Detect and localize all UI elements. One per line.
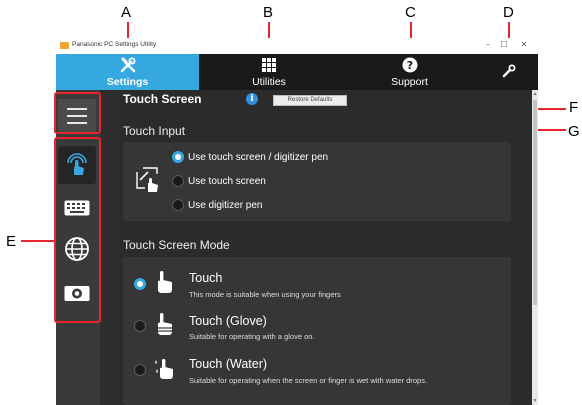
touch-mode-section-title: Touch Screen Mode [123,238,230,252]
radio-touch-and-pen[interactable] [172,151,184,163]
info-icon[interactable]: i [246,93,258,105]
grid-icon [260,56,278,74]
radio-pen-only[interactable] [172,199,184,211]
glove-icon [158,313,172,335]
callout-label-a: A [121,4,132,21]
window-title: Panasonic PC Settings Utility [72,41,157,48]
page-title: Touch Screen [123,92,202,106]
radio-mode-water[interactable] [134,364,146,376]
tab-support-label: Support [391,76,428,88]
maximize-button[interactable]: ☐ [498,40,510,49]
app-logo-icon [60,42,69,49]
touch-input-card: Use touch screen / digitizer pen Use tou… [123,142,511,221]
radio-mode-touch[interactable] [134,278,146,290]
app-window: Panasonic PC Settings Utility – ☐ ✕ Sett… [56,38,538,405]
callout-line-e [21,240,55,242]
radio-mode-glove[interactable] [134,320,146,332]
minimize-button[interactable]: – [482,40,494,49]
question-icon: ? [401,56,419,74]
highlight-sidebar-items [54,137,101,323]
radio-touch-only[interactable] [172,175,184,187]
touch-pen-icon [136,167,158,192]
finger-icon [158,271,172,293]
scroll-thumb[interactable] [533,100,537,305]
callout-label-e: E [6,233,17,250]
option-touch-only-label: Use touch screen [188,176,266,187]
callout-label-d: D [503,4,514,21]
tab-utilities[interactable]: Utilities [199,54,339,90]
mode-glove-description: Suitable for operating with a glove on. [189,332,315,341]
highlight-menu-button [54,92,101,134]
callout-label-c: C [405,4,416,21]
svg-text:?: ? [406,59,412,72]
tab-support[interactable]: ? Support [339,54,480,90]
mode-glove-title: Touch (Glove) [189,314,267,328]
close-button[interactable]: ✕ [518,40,530,49]
title-bar: Panasonic PC Settings Utility – ☐ ✕ [56,38,538,54]
callout-label-b: B [263,4,274,21]
nav-divider [100,90,119,405]
mode-touch-description: This mode is suitable when using your fi… [189,290,341,299]
mode-water-title: Touch (Water) [189,357,268,371]
tab-utilities-label: Utilities [252,76,286,88]
tab-settings-label: Settings [106,76,149,88]
wrench-screwdriver-icon [119,56,137,74]
touch-mode-card: Touch This mode is suitable when using y… [123,257,511,405]
option-touch-and-pen-label: Use touch screen / digitizer pen [188,152,329,163]
callout-label-g: G [568,123,580,140]
main-content: Touch Screen i Restore Defaults Touch In… [119,90,532,405]
touch-input-section-title: Touch Input [123,124,186,138]
tab-bar: Settings Utilities ? Support [56,54,538,90]
wrench-icon [500,62,518,80]
vertical-scrollbar[interactable]: ▲ ▼ [532,90,538,405]
scroll-up-arrow-icon[interactable]: ▲ [532,91,538,97]
tab-tools[interactable] [480,54,538,90]
mode-water-description: Suitable for operating when the screen o… [189,376,428,385]
callout-label-f: F [569,99,579,116]
scroll-down-arrow-icon[interactable]: ▼ [532,398,538,404]
option-pen-only-label: Use digitizer pen [188,200,263,211]
tab-settings[interactable]: Settings [56,54,199,90]
restore-defaults-button[interactable]: Restore Defaults [273,95,347,106]
mode-touch-title: Touch [189,271,223,285]
water-finger-icon [155,359,173,379]
